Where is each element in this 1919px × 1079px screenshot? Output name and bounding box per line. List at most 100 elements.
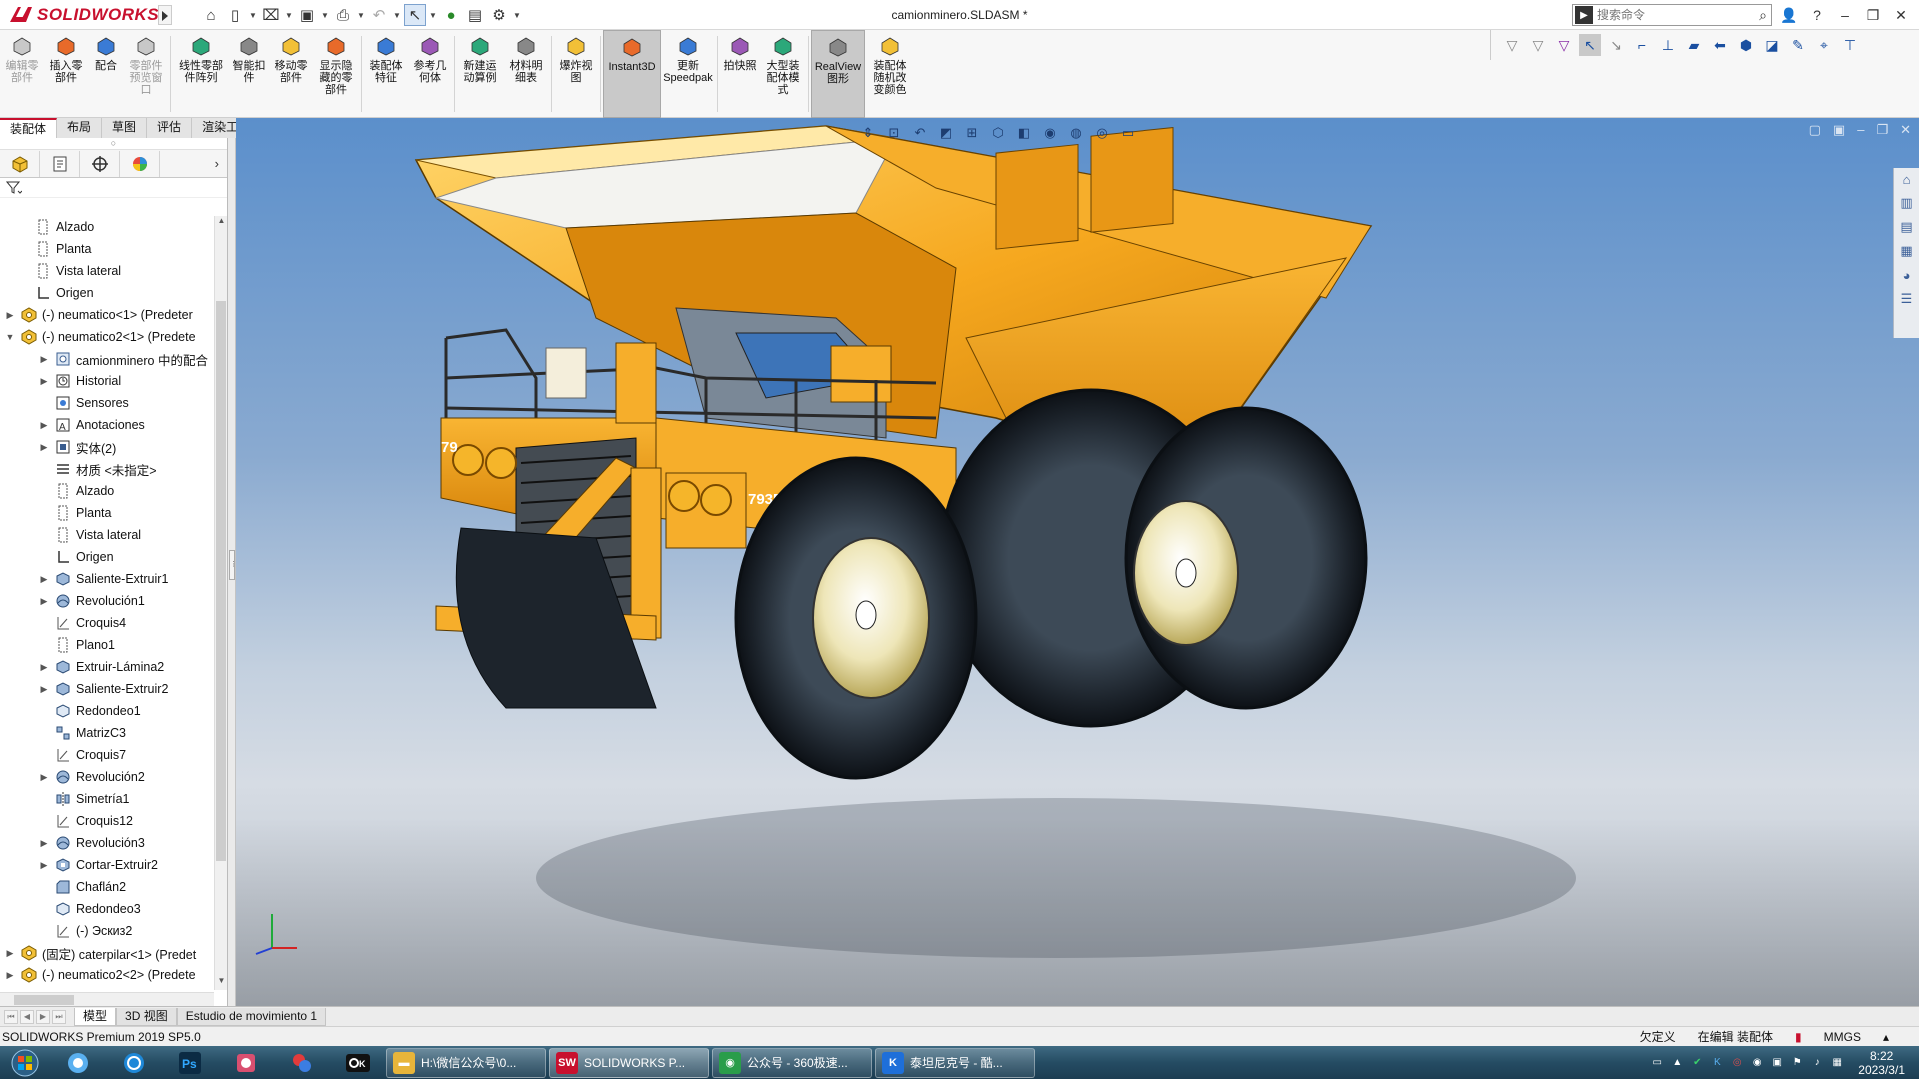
volume-icon[interactable]: ♪: [1810, 1056, 1824, 1070]
last-tab-icon[interactable]: ⏭: [52, 1009, 66, 1024]
hscroll-thumb[interactable]: [14, 995, 74, 1005]
undo-dropdown[interactable]: ▼: [392, 4, 402, 26]
network-icon[interactable]: ▦: [1830, 1056, 1844, 1070]
resources-home-icon[interactable]: ⌂: [1896, 168, 1918, 190]
help-icon[interactable]: ?: [1805, 7, 1829, 23]
expand-toggle-icon[interactable]: ▶: [38, 596, 50, 607]
plane-icon[interactable]: ▰: [1683, 34, 1705, 56]
design-library-icon[interactable]: ▥: [1896, 192, 1918, 214]
open-icon[interactable]: ⌧: [260, 4, 282, 26]
previous-view-icon[interactable]: ↶: [910, 123, 930, 143]
section-view-icon[interactable]: ◩: [936, 123, 956, 143]
next-tab-icon[interactable]: ▶: [36, 1009, 50, 1024]
tree-item[interactable]: ▶ Revolución2: [0, 766, 214, 788]
viewport-minimize-icon[interactable]: –: [1857, 122, 1864, 138]
dynamic-annotation-icon[interactable]: ⊞: [962, 123, 982, 143]
expand-toggle-icon[interactable]: ▶: [4, 970, 16, 981]
tree-item[interactable]: ▶ Saliente-Extruir2: [0, 678, 214, 700]
view-settings-icon[interactable]: ▭: [1118, 123, 1138, 143]
tree-item[interactable]: Croquis12: [0, 810, 214, 832]
ribbon-button-14[interactable]: 更新 Speedpak: [661, 30, 715, 118]
bottom-tab-0[interactable]: 模型: [74, 1007, 117, 1026]
ribbon-button-0[interactable]: 编辑零 部件: [0, 30, 44, 118]
tree-item[interactable]: Vista lateral: [0, 524, 214, 546]
user-icon[interactable]: 👤: [1777, 7, 1801, 24]
ribbon-button-15[interactable]: 拍快照: [720, 30, 760, 118]
taskbar-pin-photos[interactable]: [50, 1046, 106, 1079]
magnifier-icon[interactable]: ⌕: [1759, 7, 1767, 24]
ribbon-button-2[interactable]: 配合: [88, 30, 124, 118]
hide-show-items-icon[interactable]: ◉: [1040, 123, 1060, 143]
tree-item[interactable]: Croquis4: [0, 612, 214, 634]
taskbar-pin-capture[interactable]: K: [330, 1046, 386, 1079]
coordinate-icon[interactable]: ⊤: [1839, 34, 1861, 56]
select-icon[interactable]: ↖: [1579, 34, 1601, 56]
more-tabs-chevron-icon[interactable]: ›: [215, 156, 219, 171]
apply-scene-icon[interactable]: ◎: [1092, 123, 1112, 143]
tree-item[interactable]: Origen: [0, 546, 214, 568]
new-dropdown[interactable]: ▼: [248, 4, 258, 26]
ribbon-button-1[interactable]: 插入零 部件: [44, 30, 88, 118]
expand-toggle-icon[interactable]: ▶: [38, 574, 50, 585]
search-input[interactable]: [1597, 8, 1737, 22]
mining-truck-model[interactable]: 79 793D: [236, 118, 1919, 1006]
first-tab-icon[interactable]: ⏮: [4, 1009, 18, 1024]
taskbar-app-sw[interactable]: SW SOLIDWORKS P...: [549, 1047, 709, 1078]
tree-item[interactable]: ▶ A Anotaciones: [0, 414, 214, 436]
restore-icon[interactable]: ❐: [1861, 7, 1885, 24]
ribbon-button-3[interactable]: 零部件 预览窗 口: [124, 30, 168, 118]
scrollbar-thumb[interactable]: [216, 301, 226, 861]
zoom-to-fit-icon[interactable]: ⇕: [858, 123, 878, 143]
monitor-icon[interactable]: ◉: [1750, 1056, 1764, 1070]
view-orientation-icon[interactable]: ⬡: [988, 123, 1008, 143]
unit-system[interactable]: MMGS: [1824, 1030, 1861, 1044]
panel-splitter[interactable]: ⋮: [228, 138, 237, 1006]
tree-filter[interactable]: [0, 178, 227, 198]
graphics-area[interactable]: 79 793D ⇕ ⊡ ↶ ◩ ⊞ ⬡ ◧ ◉ ◍ ◎ ▭ ▢ ▣ – ❐ ✕ …: [236, 118, 1919, 1006]
view-orientation-icon[interactable]: ⬢: [1735, 34, 1757, 56]
tree-item[interactable]: ▶ (固定) caterpilar<1> (Predet: [0, 942, 214, 964]
sketch-icon[interactable]: ✎: [1787, 34, 1809, 56]
expand-toggle-icon[interactable]: ▶: [38, 838, 50, 849]
file-explorer-icon[interactable]: ▤: [1896, 216, 1918, 238]
tree-item[interactable]: Planta: [0, 238, 214, 260]
tree-item[interactable]: Redondeo3: [0, 898, 214, 920]
tree-item[interactable]: Planta: [0, 502, 214, 524]
tree-item[interactable]: Vista lateral: [0, 260, 214, 282]
tree-item[interactable]: ▶ Revolución1: [0, 590, 214, 612]
ribbon-button-18[interactable]: 装配体 随机改 变颜色: [865, 30, 915, 118]
tab-2[interactable]: 草图: [102, 118, 148, 138]
tree-item[interactable]: ▶ Extruir-Lámina2: [0, 656, 214, 678]
expand-toggle-icon[interactable]: ▼: [4, 332, 16, 342]
tree-item[interactable]: Alzado: [0, 216, 214, 238]
tab-0[interactable]: 装配体: [0, 118, 58, 138]
appearances-icon[interactable]: ◕: [1896, 264, 1918, 286]
display-style-icon[interactable]: ◧: [1014, 123, 1034, 143]
ribbon-button-12[interactable]: 爆炸视 图: [554, 30, 598, 118]
tab-3[interactable]: 评估: [147, 118, 193, 138]
network-status-icon[interactable]: ▲: [1670, 1056, 1684, 1070]
viewport-close-icon[interactable]: ✕: [1900, 122, 1911, 138]
tree-item[interactable]: Origen: [0, 282, 214, 304]
clock[interactable]: 8:22 2023/3/1: [1858, 1049, 1905, 1077]
ribbon-button-7[interactable]: 显示隐 藏的零 部件: [313, 30, 359, 118]
filter-faces-icon[interactable]: ▽: [1553, 34, 1575, 56]
traffic-light-icon[interactable]: ●: [440, 4, 462, 26]
tree-vertical-scrollbar[interactable]: ▲ ▼: [214, 216, 227, 990]
tree-item[interactable]: ▶ camionminero 中的配合: [0, 348, 214, 370]
undo-icon[interactable]: ↶: [368, 4, 390, 26]
expand-toggle-icon[interactable]: ▶: [38, 376, 50, 387]
panel-collapse-handle[interactable]: ○: [0, 138, 227, 150]
taskbar-app-folder[interactable]: ▬ H:\微信公众号\0...: [386, 1047, 546, 1078]
tree-item[interactable]: Croquis7: [0, 744, 214, 766]
new-document-icon[interactable]: ▯: [224, 4, 246, 26]
expand-toggle-icon[interactable]: ▶: [4, 310, 16, 321]
configuration-manager-tab[interactable]: [80, 150, 120, 177]
rebuild-indicator-icon[interactable]: ▮: [1795, 1030, 1802, 1044]
tree-item[interactable]: Sensores: [0, 392, 214, 414]
start-button[interactable]: [0, 1046, 50, 1079]
ribbon-button-16[interactable]: 大型装 配体模 式: [760, 30, 806, 118]
tree-item[interactable]: ▶ Cortar-Extruir2: [0, 854, 214, 876]
mate-reference-icon[interactable]: ⌐: [1631, 34, 1653, 56]
select-cursor-icon[interactable]: ↖: [404, 4, 426, 26]
